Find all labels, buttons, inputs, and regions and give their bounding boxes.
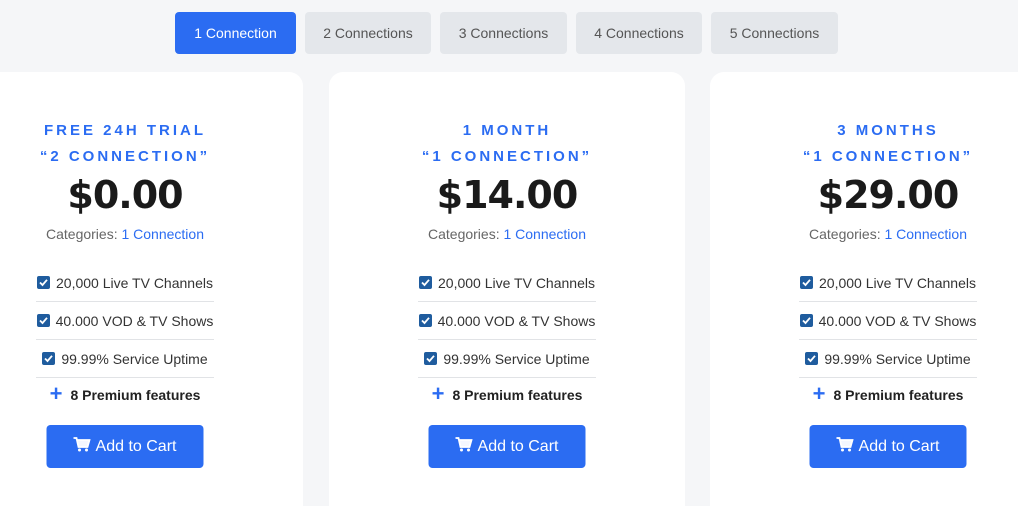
categories-label: Categories:	[428, 226, 500, 242]
plus-icon: +	[49, 381, 63, 406]
feature-item: 40.000 VOD & TV Shows	[799, 302, 977, 340]
plan-title-line2: “1 CONNECTION”	[421, 148, 593, 165]
plan-price: $0.00	[67, 173, 183, 217]
tab-5-connections[interactable]: 5 Connections	[711, 12, 838, 54]
checkbox-checked-icon	[800, 276, 814, 289]
shopping-cart-icon	[836, 436, 854, 457]
add-to-cart-button[interactable]: Add to Cart	[46, 425, 204, 468]
plan-card-free-trial: FREE 24H TRIAL “2 CONNECTION” $0.00 Cate…	[0, 72, 303, 506]
checkbox-checked-icon	[799, 314, 813, 327]
plan-title-line2: “1 CONNECTION”	[802, 148, 974, 165]
plan-title: 3 MONTHS “1 CONNECTION”	[710, 118, 1018, 170]
plan-card-1-month: 1 MONTH “1 CONNECTION” $14.00 Categories…	[329, 72, 685, 506]
plan-price: $14.00	[436, 173, 579, 217]
shopping-cart-icon	[73, 436, 91, 457]
feature-item: 20,000 Live TV Channels	[799, 264, 977, 302]
add-to-cart-label: Add to Cart	[95, 437, 177, 455]
feature-label: 40.000 VOD & TV Shows	[55, 312, 214, 329]
checkbox-checked-icon	[37, 276, 51, 289]
categories-label: Categories:	[46, 226, 118, 242]
checkbox-checked-icon	[424, 352, 438, 365]
categories-link[interactable]: 1 Connection	[503, 226, 586, 242]
feature-label: 20,000 Live TV Channels	[438, 274, 595, 291]
plan-categories: Categories: 1 Connection	[329, 226, 685, 242]
plan-title-line2: “2 CONNECTION”	[39, 148, 211, 165]
connection-tabs: 1 Connection 2 Connections 3 Connections…	[175, 12, 847, 54]
feature-label: 99.99% Service Uptime	[443, 350, 590, 367]
plus-icon: +	[812, 381, 826, 406]
feature-item: 40.000 VOD & TV Shows	[36, 302, 214, 340]
feature-item: 99.99% Service Uptime	[799, 340, 977, 378]
plan-title-line1: 1 MONTH	[462, 122, 552, 139]
feature-label: 40.000 VOD & TV Shows	[818, 312, 977, 329]
plan-title-line1: FREE 24H TRIAL	[43, 122, 206, 139]
feature-label: 99.99% Service Uptime	[824, 350, 971, 367]
feature-item: 20,000 Live TV Channels	[36, 264, 214, 302]
feature-label: 20,000 Live TV Channels	[819, 274, 976, 291]
premium-label: 8 Premium features	[833, 387, 964, 403]
plan-title: FREE 24H TRIAL “2 CONNECTION”	[0, 118, 303, 170]
checkbox-checked-icon	[419, 276, 433, 289]
pricing-page: 1 Connection 2 Connections 3 Connections…	[0, 0, 1018, 506]
tab-2-connections[interactable]: 2 Connections	[305, 12, 431, 54]
checkbox-checked-icon	[805, 352, 819, 365]
plan-categories: Categories: 1 Connection	[0, 226, 303, 242]
premium-label: 8 Premium features	[70, 387, 201, 403]
plan-card-3-months: 3 MONTHS “1 CONNECTION” $29.00 Categorie…	[710, 72, 1018, 506]
plan-title: 1 MONTH “1 CONNECTION”	[329, 118, 685, 170]
feature-item: 99.99% Service Uptime	[36, 340, 214, 378]
plan-categories: Categories: 1 Connection	[710, 226, 1018, 242]
tab-3-connections[interactable]: 3 Connections	[440, 12, 567, 54]
tab-4-connections[interactable]: 4 Connections	[576, 12, 702, 54]
checkbox-checked-icon	[42, 352, 56, 365]
categories-link[interactable]: 1 Connection	[121, 226, 204, 242]
feature-item: 99.99% Service Uptime	[418, 340, 596, 378]
plan-title-line1: 3 MONTHS	[837, 122, 939, 139]
feature-list: 20,000 Live TV Channels 40.000 VOD & TV …	[799, 264, 977, 412]
shopping-cart-icon	[455, 436, 473, 457]
premium-features-toggle[interactable]: + 8 Premium features	[36, 378, 214, 412]
feature-item: 40.000 VOD & TV Shows	[418, 302, 596, 340]
feature-list: 20,000 Live TV Channels 40.000 VOD & TV …	[418, 264, 596, 412]
add-to-cart-button[interactable]: Add to Cart	[809, 425, 967, 468]
checkbox-checked-icon	[36, 314, 50, 327]
feature-label: 40.000 VOD & TV Shows	[437, 312, 596, 329]
checkbox-checked-icon	[418, 314, 432, 327]
categories-link[interactable]: 1 Connection	[884, 226, 967, 242]
add-to-cart-button[interactable]: Add to Cart	[428, 425, 586, 468]
feature-label: 99.99% Service Uptime	[61, 350, 208, 367]
premium-features-toggle[interactable]: + 8 Premium features	[418, 378, 596, 412]
plus-icon: +	[431, 381, 445, 406]
categories-label: Categories:	[809, 226, 881, 242]
feature-item: 20,000 Live TV Channels	[418, 264, 596, 302]
plan-price: $29.00	[817, 173, 960, 217]
tab-1-connection[interactable]: 1 Connection	[175, 12, 296, 54]
premium-features-toggle[interactable]: + 8 Premium features	[799, 378, 977, 412]
feature-list: 20,000 Live TV Channels 40.000 VOD & TV …	[36, 264, 214, 412]
add-to-cart-label: Add to Cart	[858, 437, 940, 455]
feature-label: 20,000 Live TV Channels	[56, 274, 213, 291]
add-to-cart-label: Add to Cart	[477, 437, 559, 455]
premium-label: 8 Premium features	[452, 387, 583, 403]
